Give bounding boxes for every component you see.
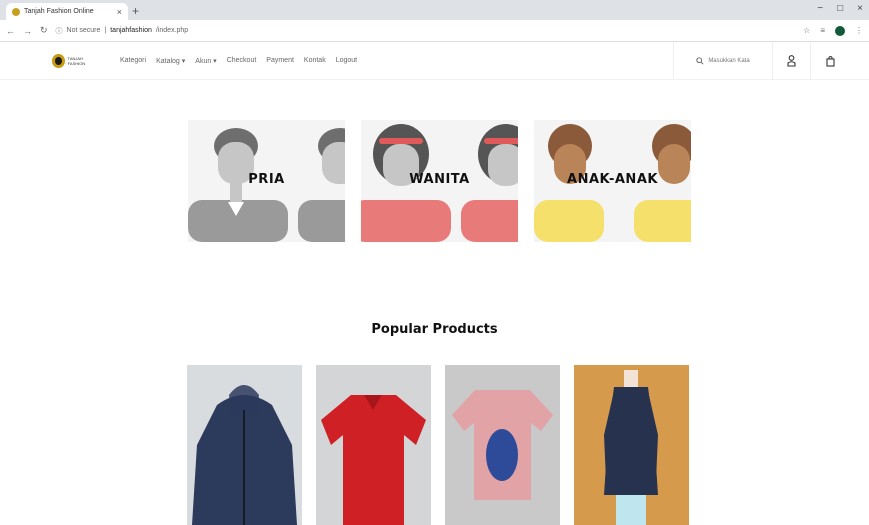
product-image bbox=[574, 365, 689, 525]
nav-akun[interactable]: Akun ▾ bbox=[195, 57, 216, 65]
url-path: /index.php bbox=[155, 27, 189, 34]
nav-kontak[interactable]: Kontak bbox=[304, 57, 326, 65]
url-field[interactable]: ⓘ Not secure | tanjahfashion /index.php bbox=[56, 26, 796, 36]
menu-icon[interactable]: ⋮ bbox=[855, 26, 863, 35]
site-logo[interactable]: TANJAH FASHION bbox=[52, 51, 96, 71]
favicon-icon bbox=[12, 7, 20, 16]
browser-tab[interactable]: Tanjah Fashion Online × bbox=[6, 3, 128, 20]
logo-text: TANJAH FASHION bbox=[67, 55, 86, 66]
extensions-icon[interactable]: ≡ bbox=[820, 26, 825, 35]
url-host: tanjahfashion bbox=[110, 27, 152, 34]
product-grid bbox=[187, 365, 689, 525]
reload-icon[interactable]: ↻ bbox=[40, 25, 48, 36]
product-card[interactable] bbox=[445, 365, 560, 525]
cart-button[interactable] bbox=[811, 42, 849, 80]
search-icon bbox=[696, 56, 704, 65]
category-wanita[interactable]: WANITA bbox=[361, 120, 518, 242]
logo-mark-icon bbox=[52, 53, 65, 68]
bookmark-star-icon[interactable]: ☆ bbox=[803, 26, 810, 35]
back-icon[interactable]: ← bbox=[6, 26, 15, 36]
tab-title: Tanjah Fashion Online bbox=[24, 8, 94, 15]
new-tab-icon[interactable]: + bbox=[132, 4, 139, 18]
product-image bbox=[445, 365, 560, 525]
category-banners: PRIA WANITA ANAK-ANAK bbox=[188, 120, 691, 242]
address-bar: ← → ↻ ⓘ Not secure | tanjahfashion /inde… bbox=[0, 20, 869, 42]
nav-katalog[interactable]: Katalog ▾ bbox=[156, 57, 185, 65]
forward-icon[interactable]: → bbox=[23, 26, 32, 36]
product-card[interactable] bbox=[574, 365, 689, 525]
category-label: PRIA bbox=[248, 172, 285, 187]
product-card[interactable] bbox=[316, 365, 431, 525]
site-header: TANJAH FASHION Kategori Katalog ▾ Akun ▾… bbox=[0, 41, 869, 80]
search-box[interactable]: Masukkan Kata bbox=[673, 41, 773, 80]
product-image bbox=[316, 365, 431, 525]
category-label: ANAK-ANAK bbox=[567, 172, 658, 187]
nav-logout[interactable]: Logout bbox=[336, 57, 357, 65]
maximize-icon[interactable]: □ bbox=[837, 3, 843, 14]
close-window-icon[interactable]: × bbox=[857, 3, 863, 14]
account-button[interactable] bbox=[773, 41, 811, 80]
product-card[interactable] bbox=[187, 365, 302, 525]
product-image bbox=[187, 365, 302, 525]
browser-tabbar: Tanjah Fashion Online × + − □ × bbox=[0, 0, 869, 20]
shopping-bag-icon bbox=[825, 55, 835, 67]
close-tab-icon[interactable]: × bbox=[117, 7, 122, 17]
window-controls: − □ × bbox=[817, 3, 863, 14]
url-scheme: Not secure bbox=[66, 27, 101, 34]
nav-checkout[interactable]: Checkout bbox=[227, 57, 257, 65]
minimize-icon[interactable]: − bbox=[817, 3, 823, 14]
nav-payment[interactable]: Payment bbox=[266, 57, 294, 65]
search-placeholder: Masukkan Kata bbox=[708, 57, 750, 64]
info-icon[interactable]: ⓘ bbox=[56, 26, 63, 36]
user-icon bbox=[787, 54, 796, 67]
popular-products-title: Popular Products bbox=[371, 322, 498, 337]
category-pria[interactable]: PRIA bbox=[188, 120, 345, 242]
nav-kategori[interactable]: Kategori bbox=[120, 57, 146, 65]
category-label: WANITA bbox=[409, 172, 470, 187]
category-anak-anak[interactable]: ANAK-ANAK bbox=[534, 120, 691, 242]
profile-avatar[interactable] bbox=[835, 25, 845, 36]
main-nav: Kategori Katalog ▾ Akun ▾ Checkout Payme… bbox=[120, 57, 357, 65]
